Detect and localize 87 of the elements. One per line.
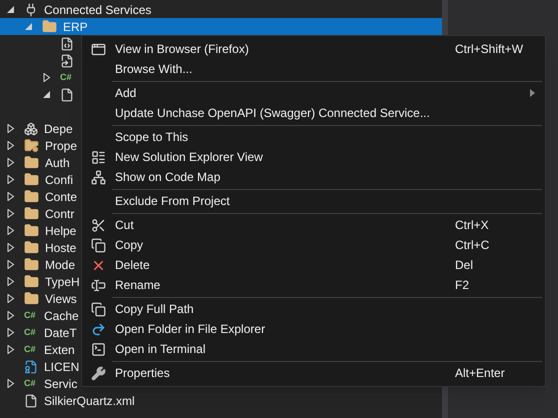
tree-item-label[interactable]: SilkierQuartz.xml [44, 392, 135, 410]
menu-item[interactable]: Delete Del [82, 255, 545, 275]
collapsed-arrow-icon[interactable] [43, 73, 51, 82]
copy-icon [91, 238, 106, 252]
csharp-icon: C# [24, 379, 38, 388]
collapsed-arrow-icon[interactable] [7, 243, 15, 252]
folder-icon [24, 206, 39, 221]
selected-tree-row[interactable]: ERP [0, 18, 442, 35]
menu-item[interactable]: Copy Ctrl+C [82, 235, 545, 255]
collapsed-arrow-icon[interactable] [7, 345, 15, 354]
blocks-icon [24, 122, 38, 136]
menu-item[interactable]: Scope to This [82, 127, 545, 147]
folder-icon [24, 240, 39, 255]
collapsed-arrow-icon[interactable] [7, 260, 15, 269]
terminal-icon [91, 342, 106, 356]
tree-item-label[interactable]: Helpe [45, 222, 76, 240]
folder-icon [24, 257, 39, 272]
folder-icon [24, 223, 39, 238]
tree-item-label[interactable]: Mode [45, 256, 76, 274]
tree-item-label[interactable]: Connected Services [44, 0, 152, 18]
browser-window-icon [91, 42, 106, 56]
collapsed-arrow-icon[interactable] [7, 226, 15, 235]
collapsed-arrow-icon[interactable] [7, 277, 15, 286]
tree-item-label[interactable]: Cache [44, 306, 79, 324]
menu-item[interactable]: Add [82, 83, 545, 103]
folder-icon [24, 189, 39, 204]
collapsed-arrow-icon[interactable] [7, 379, 15, 388]
menu-item[interactable]: New Solution Explorer View [82, 147, 545, 167]
copy-icon [91, 302, 106, 316]
tree-item-label[interactable]: Hoste [45, 238, 76, 256]
tree-item-label[interactable]: TypeH [45, 272, 80, 290]
menu-item[interactable]: Copy Full Path [82, 299, 545, 319]
collapsed-arrow-icon[interactable] [7, 192, 15, 201]
collapsed-arrow-icon[interactable] [7, 311, 15, 320]
file-icon [24, 394, 38, 408]
tree-item-label[interactable]: Depe [44, 120, 73, 138]
tree-item-label[interactable]: DateT [44, 324, 77, 342]
diagram-icon [91, 170, 106, 184]
folder-icon [24, 291, 39, 306]
menu-item[interactable]: Properties Alt+Enter [82, 363, 545, 383]
collapsed-arrow-icon[interactable] [7, 328, 15, 337]
tree-item-label[interactable]: Auth [45, 154, 70, 172]
rename-icon [91, 278, 106, 292]
folder-icon [24, 155, 39, 170]
scissors-icon [91, 218, 106, 232]
menu-item[interactable]: Open Folder in File Explorer [82, 319, 545, 339]
folder-gear-icon [24, 138, 39, 153]
csharp-icon: C# [24, 311, 38, 320]
tree-item-label[interactable]: LICEN [44, 358, 80, 376]
tree-item-label[interactable]: Contr [45, 204, 74, 222]
folder-icon [24, 274, 39, 289]
wrench-icon [91, 366, 106, 380]
collapsed-arrow-icon[interactable] [7, 175, 15, 184]
tree-item-label[interactable]: Confi [45, 170, 74, 188]
collapsed-arrow-icon[interactable] [7, 124, 15, 133]
file-icon [60, 54, 74, 68]
file-icon [60, 36, 74, 50]
tree-item-label[interactable]: ERP [63, 18, 88, 36]
tree-item-label[interactable]: Servic [44, 374, 78, 392]
menu-item[interactable]: Browse With... [82, 59, 545, 79]
menu-item[interactable]: View in Browser (Firefox) Ctrl+Shift+W [82, 39, 545, 59]
menu-item[interactable]: Exclude From Project [82, 191, 545, 211]
collapsed-arrow-icon[interactable] [7, 209, 15, 218]
menu-item[interactable]: Update Unchase OpenAPI (Swagger) Connected Service... [82, 103, 545, 123]
tree-item-label[interactable]: Conte [45, 188, 78, 206]
csharp-icon: C# [60, 73, 74, 82]
csharp-icon: C# [24, 328, 38, 337]
collapsed-arrow-icon[interactable] [7, 158, 15, 167]
tree-item-label[interactable]: Views [45, 290, 77, 308]
expanded-arrow-icon[interactable] [43, 90, 51, 99]
menu-item[interactable]: Show on Code Map [82, 167, 545, 187]
menu-item[interactable]: Cut Ctrl+X [82, 215, 545, 235]
folder-icon [24, 172, 39, 187]
folder-icon [42, 19, 57, 34]
curved-arrow-icon [91, 322, 106, 336]
tree-item-label[interactable]: Prope [45, 136, 78, 154]
collapsed-arrow-icon[interactable] [7, 141, 15, 150]
file-icon [60, 88, 74, 102]
list-window-icon [91, 150, 106, 164]
tree-item-label[interactable]: Exten [44, 340, 75, 358]
csharp-icon: C# [24, 345, 38, 354]
menu-item[interactable]: Rename F2 [82, 275, 545, 295]
plug-icon [24, 2, 38, 16]
menu-item[interactable]: Open in Terminal [82, 339, 545, 359]
file-icon [24, 360, 38, 374]
expanded-arrow-icon[interactable] [7, 5, 15, 14]
collapsed-arrow-icon[interactable] [7, 294, 15, 303]
